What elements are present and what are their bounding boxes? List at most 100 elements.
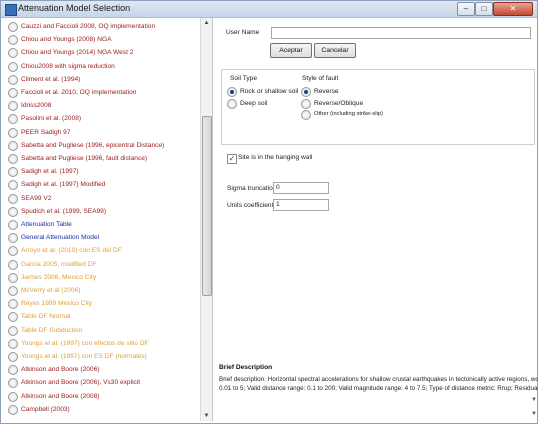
model-label: SEA99 V2	[21, 194, 52, 202]
scrollbar-thumb[interactable]	[202, 116, 212, 296]
radio-icon[interactable]	[227, 99, 237, 109]
model-label: Campbell (2003)	[21, 405, 70, 413]
scroll-down-icon[interactable]: ▼	[201, 411, 212, 421]
brief-description-line: Brief description: Horizontal spectral a…	[219, 376, 538, 383]
hanging-wall-label: Site is in the hanging wall	[238, 154, 313, 161]
radio-icon[interactable]	[8, 391, 18, 402]
minimize-button[interactable]: –	[457, 2, 475, 16]
soil-option-label: Rock or shallow soil	[240, 88, 299, 95]
radio-icon[interactable]	[301, 87, 311, 97]
soil-fault-group	[221, 69, 535, 145]
radio-icon[interactable]	[8, 259, 18, 270]
radio-icon[interactable]	[8, 246, 18, 257]
radio-icon[interactable]	[8, 338, 18, 349]
model-label: Atkinson and Boore (2006)	[21, 366, 100, 374]
model-label: Atkinson and Boore (2008)	[21, 392, 100, 400]
hanging-wall-checkbox[interactable]: ✓	[227, 154, 237, 164]
radio-icon[interactable]	[8, 272, 18, 283]
scroll-down-icon[interactable]: ▼	[531, 397, 537, 403]
radio-icon[interactable]	[8, 193, 18, 204]
soil-option-label: Deep soil	[240, 100, 268, 107]
radio-icon[interactable]	[8, 48, 18, 59]
user-name-input[interactable]	[271, 27, 531, 39]
model-label: Chiou and Youngs (2008) NGA	[21, 36, 112, 44]
close-button[interactable]: ✕	[493, 2, 533, 16]
model-label: Youngs et al. (1997) con efectos de siti…	[21, 339, 149, 347]
model-label: Idriss2008	[21, 102, 52, 110]
fault-option-label: Other (including strike-slip)	[314, 111, 383, 117]
model-label: Spudich et al. (1999, SEA99)	[21, 207, 107, 215]
fault-style-title: Style of fault	[302, 75, 339, 82]
window-title: Attenuation Model Selection	[18, 3, 131, 13]
radio-icon[interactable]	[8, 206, 18, 217]
model-label: McVerry et al (2006)	[21, 287, 81, 294]
sigma-truncation-input[interactable]: 0	[273, 182, 329, 194]
model-label: Climent et al. (1994)	[21, 75, 81, 83]
radio-icon[interactable]	[8, 365, 18, 376]
model-label: Atkinson and Boore (2006), Vs30 explicit	[21, 379, 141, 387]
radio-icon[interactable]	[8, 378, 18, 389]
radio-icon[interactable]	[8, 220, 18, 230]
model-list-scrollbar[interactable]: ▲ ▼	[200, 18, 213, 421]
radio-icon[interactable]	[8, 312, 18, 323]
radio-icon[interactable]	[8, 22, 18, 32]
attenuation-model-window: Attenuation Model Selection – □ ✕ Cauzzi…	[0, 0, 538, 424]
radio-icon[interactable]	[8, 180, 18, 191]
model-label: Chiou and Youngs (2014) NGA West 2	[21, 49, 134, 57]
sigma-truncation-label: Sigma truncation	[227, 185, 277, 192]
model-list: Cauzzi and Faccioli 2008, OQ implementat…	[2, 18, 199, 421]
model-label: Sadigh et al. (1997)	[21, 168, 79, 176]
model-label: Arroyo et al. (2010) con ES del DF	[21, 247, 122, 255]
model-label: Jaimes 2006, Mexico City	[21, 273, 97, 281]
radio-icon[interactable]	[8, 233, 18, 244]
accept-button[interactable]: Aceptar	[270, 43, 312, 58]
units-coefficient-input[interactable]: 1	[273, 199, 329, 211]
model-label: Sadigh et al. (1997) Modified	[21, 181, 106, 189]
fault-option-label: Reverse/Oblique	[314, 100, 364, 107]
radio-icon[interactable]	[8, 167, 18, 178]
radio-icon[interactable]	[8, 127, 18, 138]
radio-icon[interactable]	[8, 101, 18, 112]
maximize-button[interactable]: □	[475, 2, 493, 16]
radio-icon[interactable]	[8, 404, 18, 415]
brief-description-title: Brief Description	[219, 364, 273, 371]
radio-icon[interactable]	[8, 325, 18, 336]
fault-option-label: Reverse	[314, 88, 339, 95]
scroll-down-icon[interactable]: ▼	[531, 411, 537, 417]
model-label: Cauzzi and Faccioli 2008, OQ implementat…	[21, 23, 156, 30]
model-label: Sabetta and Pugliese (1996, epicentral D…	[21, 141, 165, 149]
soil-type-title: Soil Type	[230, 75, 258, 82]
settings-panel: User Name Aceptar Cancelar Soil Type Roc…	[213, 18, 538, 421]
app-icon	[5, 4, 17, 16]
user-name-label: User Name	[226, 29, 260, 36]
radio-icon[interactable]	[8, 35, 18, 46]
model-label: Faccioli et al. 2010, OQ implementation	[21, 89, 137, 96]
model-label: Chiou2008 with sigma reduction	[21, 62, 115, 70]
model-label: Table DF Subduction	[21, 326, 83, 334]
radio-icon[interactable]	[8, 140, 18, 151]
radio-icon[interactable]	[8, 74, 18, 85]
title-bar: Attenuation Model Selection – □ ✕	[1, 1, 537, 18]
cancel-button[interactable]: Cancelar	[314, 43, 356, 58]
radio-icon[interactable]	[8, 61, 18, 72]
radio-icon[interactable]	[8, 352, 18, 362]
brief-description-text: Brief description: Horizontal spectral a…	[219, 375, 538, 393]
scroll-up-icon[interactable]: ▲	[201, 18, 212, 28]
radio-icon[interactable]	[8, 154, 18, 164]
model-label: Reyes 1999 Mexico City	[21, 300, 93, 308]
units-coefficient-label: Units coefficient	[227, 202, 274, 209]
radio-icon[interactable]	[301, 99, 311, 109]
radio-icon[interactable]	[8, 88, 18, 98]
model-label: PEER Sadigh 97	[21, 128, 71, 136]
radio-icon[interactable]	[8, 299, 18, 310]
radio-icon[interactable]	[8, 114, 18, 125]
model-label: General Attenuation Model	[21, 234, 100, 242]
brief-description-line: 0.01 to 5; Valid distance range: 0.1 to …	[219, 385, 538, 392]
model-label: García 2005, modified DF	[21, 260, 97, 268]
radio-icon[interactable]	[8, 286, 18, 296]
radio-icon[interactable]	[301, 110, 311, 120]
model-label: Sabetta and Pugliese (1996, fault distan…	[21, 155, 148, 162]
model-label: Youngs et al. (1997) con ES DF (normales…	[21, 353, 147, 360]
radio-icon[interactable]	[227, 87, 237, 97]
model-label: Pasolini et al. (2008)	[21, 115, 82, 123]
